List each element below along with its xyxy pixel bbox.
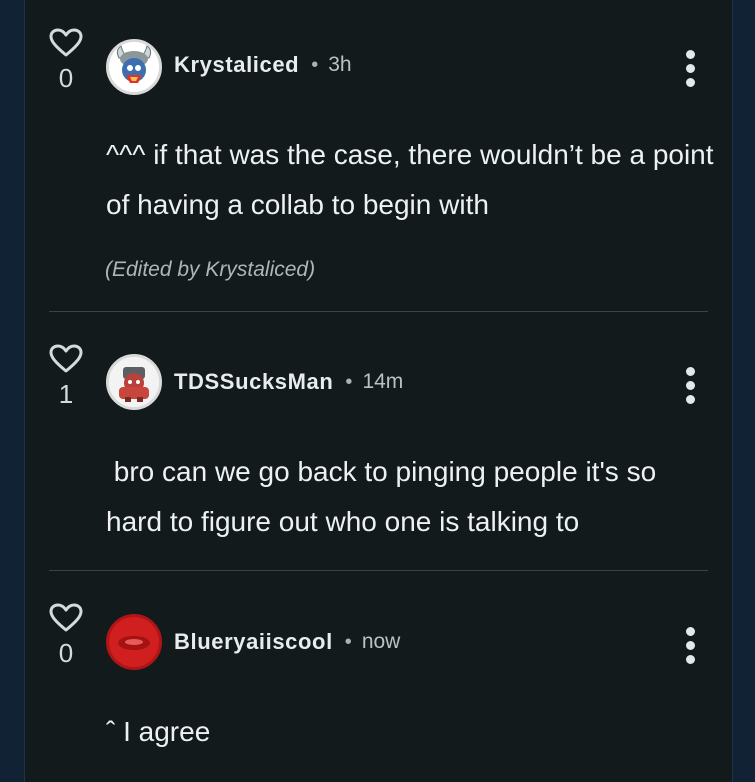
avatar[interactable] [106,614,162,670]
vertical-dots-icon [685,627,695,636]
more-options-button[interactable] [680,367,700,407]
heart-outline-icon [49,603,83,632]
heart-outline-icon [49,28,83,57]
avatar-image [109,42,159,92]
like-count: 0 [58,638,74,668]
like-count: 0 [58,63,74,93]
heart-outline-icon [49,344,83,373]
comment-body: ˆ I agree [106,716,211,747]
like-button[interactable]: 0 [49,28,83,92]
more-options-button[interactable] [680,50,700,90]
avatar[interactable] [106,354,162,410]
divider [49,570,708,571]
timestamp: now [361,630,401,653]
comment-header: Blueryaiiscool • now [174,627,400,657]
separator-dot: • [311,53,319,76]
avatar[interactable] [106,39,162,95]
divider [49,311,708,312]
comment-body: ^^^ if that was the case, there wouldn’t… [106,139,714,220]
left-border [0,0,25,782]
avatar-image [109,357,159,407]
separator-dot: • [344,630,352,653]
like-button[interactable]: 1 [49,344,83,408]
vertical-dots-icon [685,367,695,376]
comment-header: TDSSucksMan • 14m [174,367,403,397]
like-count: 1 [58,379,74,409]
separator-dot: • [345,370,353,393]
avatar-image [109,617,159,667]
vertical-dots-icon [685,50,695,59]
author-name[interactable]: Krystaliced [174,52,299,78]
comment-header: Krystaliced • 3h [174,50,352,80]
like-button[interactable]: 0 [49,603,83,667]
comment-body: bro can we go back to pinging people it'… [106,456,664,537]
timestamp: 14m [362,370,404,393]
author-name[interactable]: TDSSucksMan [174,369,333,395]
right-border [732,0,755,782]
comments-panel: 0 Krystaliced • 3h ^^^ if that was the c… [25,0,732,782]
author-name[interactable]: Blueryaiiscool [174,629,333,655]
more-options-button[interactable] [680,627,700,667]
timestamp: 3h [328,53,352,76]
edited-note: (Edited by Krystaliced) [105,258,316,281]
